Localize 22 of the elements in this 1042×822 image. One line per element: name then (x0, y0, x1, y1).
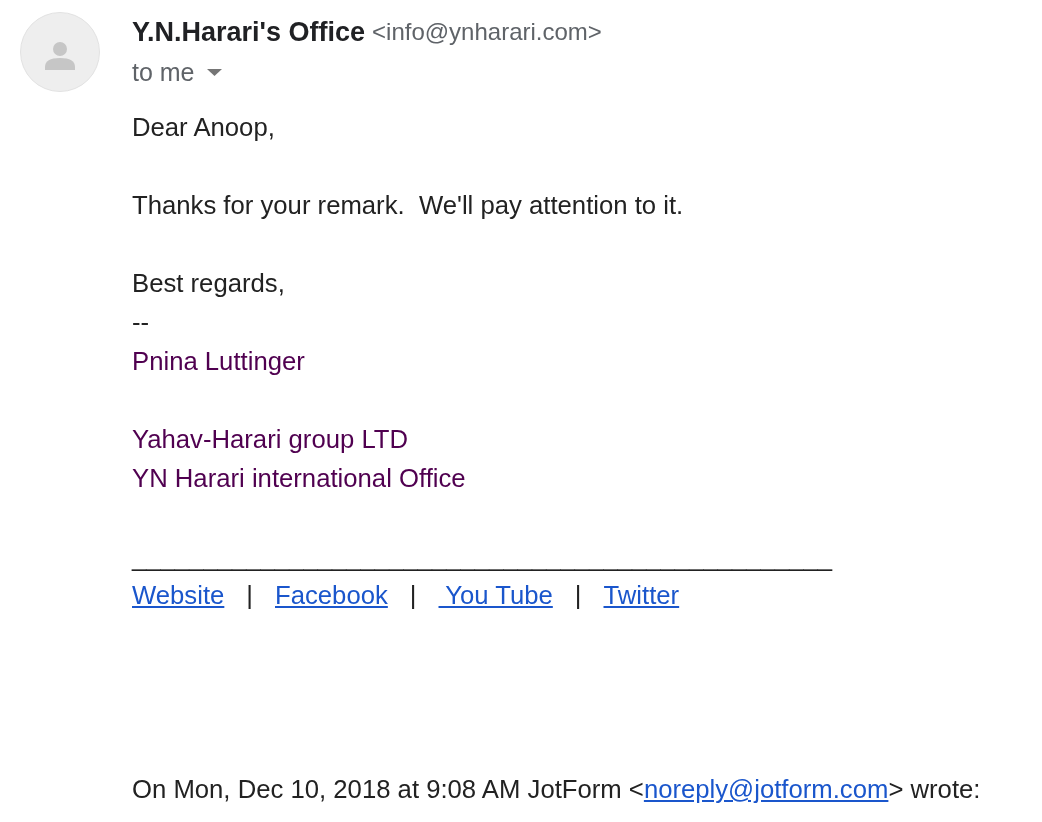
organization-text: YN Harari international Office (132, 463, 466, 494)
avatar-icon (20, 12, 100, 92)
greeting-text: Dear Anoop, (132, 112, 275, 143)
link-separator: | (246, 580, 253, 611)
signature-link[interactable]: Twitter (603, 576, 680, 615)
organization-text: Yahav-Harari group LTD (132, 424, 408, 455)
message-text: Thanks for your remark. We'll pay attention to it. (132, 190, 684, 221)
link-separator: | (574, 580, 582, 611)
signature-name: Pnina Luttinger (132, 346, 305, 377)
closing-text: Best regards, (132, 268, 285, 299)
signature-link[interactable]: Website (132, 576, 225, 615)
signature-link[interactable]: You Tube (438, 576, 553, 615)
link-separator: | (409, 580, 417, 611)
signature-dash: -- (132, 307, 150, 338)
signature-rule: _________________________________________________ (132, 541, 833, 572)
signature-link[interactable]: Facebook (275, 576, 388, 615)
email-link[interactable]: noreply@jotform.com (643, 775, 889, 803)
recipient-label: to me (132, 57, 195, 87)
sender-email: <info@ynharari.com> (372, 18, 602, 46)
sender-name: Y.N.Harari's Office (132, 16, 366, 48)
quote-header-text: On Mon, Dec 10, 2018 at 9:08 AM JotForm <noreply@jotform.com> wrote: (132, 774, 982, 805)
caret-icon[interactable] (206, 68, 222, 76)
